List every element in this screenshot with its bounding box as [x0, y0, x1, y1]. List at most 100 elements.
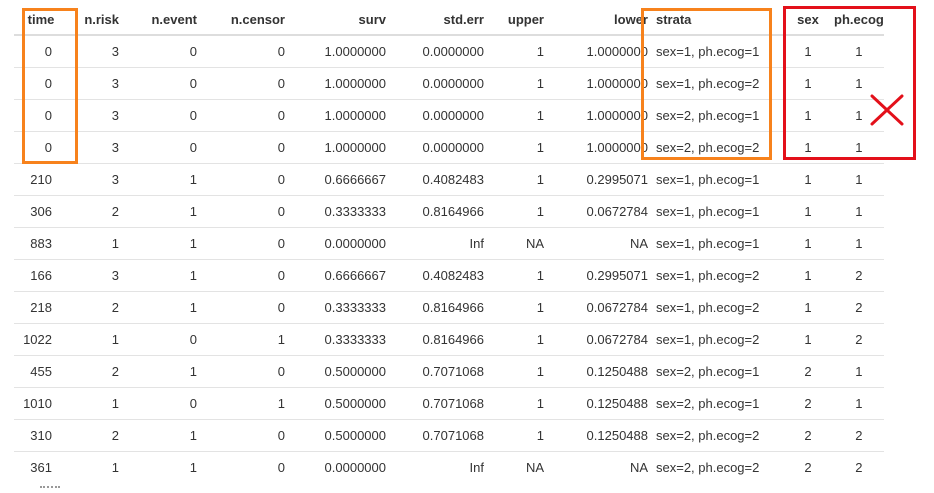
cell-sex: 2: [782, 355, 834, 388]
col-header-std-err: std.err: [390, 4, 488, 36]
cell-lower: 0.2995071: [548, 259, 652, 292]
table-row: 166 3 1 0 0.6666667 0.4082483 1 0.2995071 sex=1,…: [14, 259, 884, 292]
cell-surv: 1.0000000: [324, 44, 386, 59]
cell-upper: 1: [488, 419, 548, 452]
cell-ph-ecog: 2: [834, 259, 884, 292]
table-row: 883 1 1 0 0.0000000 Inf NA NA sex=1, ph.ecog=1 1 1: [14, 227, 884, 260]
cell-std-err: Inf: [390, 227, 488, 260]
cell-upper: 1: [488, 291, 548, 324]
cell-surv: 0.0000000: [289, 451, 390, 483]
cell-n-censor: 0: [201, 355, 289, 388]
cell-time: 361: [14, 451, 68, 483]
cell-n-risk: 1: [68, 387, 123, 420]
x-mark-icon: [870, 94, 904, 126]
footer-fragment: [40, 486, 60, 492]
cell-n-risk: 3: [68, 163, 123, 196]
cell-sex: 1: [782, 163, 834, 196]
cell-strata: sex=1, ph.ecog=2: [652, 323, 782, 356]
cell-n-censor: 0: [201, 67, 289, 100]
cell-n-risk: 2: [68, 419, 123, 452]
cell-lower: 1.0000000: [586, 44, 648, 59]
cell-sex: 2: [782, 387, 834, 420]
cell-n-censor: 1: [201, 323, 289, 356]
cell-ph-ecog: 2: [834, 323, 884, 356]
cell-sex: 1: [782, 291, 834, 324]
cell-time: 455: [14, 355, 68, 388]
cell-sex: 1: [782, 227, 834, 260]
cell-std-err: 0.7071068: [390, 355, 488, 388]
cell-time: 218: [14, 291, 68, 324]
cell-n-risk: 3: [68, 259, 123, 292]
cell-upper: NA: [488, 227, 548, 260]
cell-strata: sex=2, ph.ecog=2: [652, 451, 782, 483]
cell-upper: 1: [488, 355, 548, 388]
cell-sex: 2: [782, 451, 834, 483]
table-row: 455 2 1 0 0.5000000 0.7071068 1 0.1250488 sex=2,…: [14, 355, 884, 388]
table-row: 1010 1 0 1 0.5000000 0.7071068 1 0.1250488 sex=2…: [14, 387, 884, 420]
cell-n-censor: 0: [201, 451, 289, 483]
cell-std-err: 0.7071068: [390, 419, 488, 452]
col-header-n-censor: n.censor: [201, 4, 289, 36]
cell-lower: 0.0672784: [548, 291, 652, 324]
cell-n-censor: 0: [201, 163, 289, 196]
cell-upper: 1: [488, 67, 548, 100]
cell-upper: 1: [488, 323, 548, 356]
cell-lower: 1.0000000: [548, 99, 652, 132]
cell-std-err: 0.0000000: [422, 44, 484, 59]
cell-upper: NA: [488, 451, 548, 483]
cell-time: 1010: [14, 387, 68, 420]
table-row: 310 2 1 0 0.5000000 0.7071068 1 0.1250488 sex=2,…: [14, 419, 884, 452]
cell-n-event: 0: [189, 44, 197, 59]
cell-upper: 1: [488, 131, 548, 164]
cell-std-err: Inf: [390, 451, 488, 483]
cell-time: 1022: [14, 323, 68, 356]
cell-n-censor: 1: [201, 387, 289, 420]
cell-surv: 0.5000000: [289, 387, 390, 420]
cell-upper: 1: [536, 44, 544, 59]
cell-upper: 1: [488, 259, 548, 292]
cell-lower: NA: [548, 227, 652, 260]
cell-strata: sex=2, ph.ecog=1: [652, 387, 782, 420]
cell-surv: 0.5000000: [289, 419, 390, 452]
cell-ph-ecog: 2: [834, 419, 884, 452]
cell-n-censor: 0: [201, 99, 289, 132]
cell-lower: 1.0000000: [548, 67, 652, 100]
cell-std-err: 0.7071068: [390, 387, 488, 420]
cell-n-censor: 0: [201, 227, 289, 260]
cell-std-err: 0.0000000: [390, 99, 488, 132]
cell-strata: sex=1, ph.ecog=1: [652, 195, 782, 228]
time-column-highlight-box: [22, 8, 78, 164]
table-row: 218 2 1 0 0.3333333 0.8164966 1 0.0672784 sex=1,…: [14, 291, 884, 324]
cell-surv: 0.6666667: [289, 163, 390, 196]
cell-n-risk: 1: [68, 227, 123, 260]
cell-n-risk: 2: [68, 355, 123, 388]
cell-n-risk: 1: [68, 323, 123, 356]
cell-n-censor: 0: [201, 195, 289, 228]
cell-sex: 1: [782, 323, 834, 356]
col-header-n-event: n.event: [123, 4, 201, 36]
cell-n-event: 1: [123, 163, 201, 196]
cell-surv: 0.5000000: [289, 355, 390, 388]
cell-n-event: 1: [123, 419, 201, 452]
cell-surv: 0.3333333: [289, 323, 390, 356]
cell-sex: 1: [782, 195, 834, 228]
cell-std-err: 0.8164966: [390, 291, 488, 324]
cell-std-err: 0.4082483: [390, 163, 488, 196]
cell-time: 310: [14, 419, 68, 452]
cell-strata: sex=1, ph.ecog=1: [652, 227, 782, 260]
cell-ph-ecog: 1: [834, 227, 884, 260]
cell-surv: 1.0000000: [289, 99, 390, 132]
cell-n-event: 1: [123, 259, 201, 292]
cell-sex: 2: [782, 419, 834, 452]
cell-upper: 1: [488, 387, 548, 420]
cell-lower: 0.1250488: [548, 355, 652, 388]
cell-ph-ecog: 1: [834, 195, 884, 228]
cell-lower: 0.2995071: [548, 163, 652, 196]
cell-lower: 0.1250488: [548, 419, 652, 452]
cell-n-event: 1: [123, 291, 201, 324]
strata-column-highlight-box: [641, 8, 772, 160]
cell-ph-ecog: 2: [834, 451, 884, 483]
cell-time: 883: [14, 227, 68, 260]
cell-surv: 0.0000000: [289, 227, 390, 260]
cell-surv: 0.3333333: [289, 195, 390, 228]
